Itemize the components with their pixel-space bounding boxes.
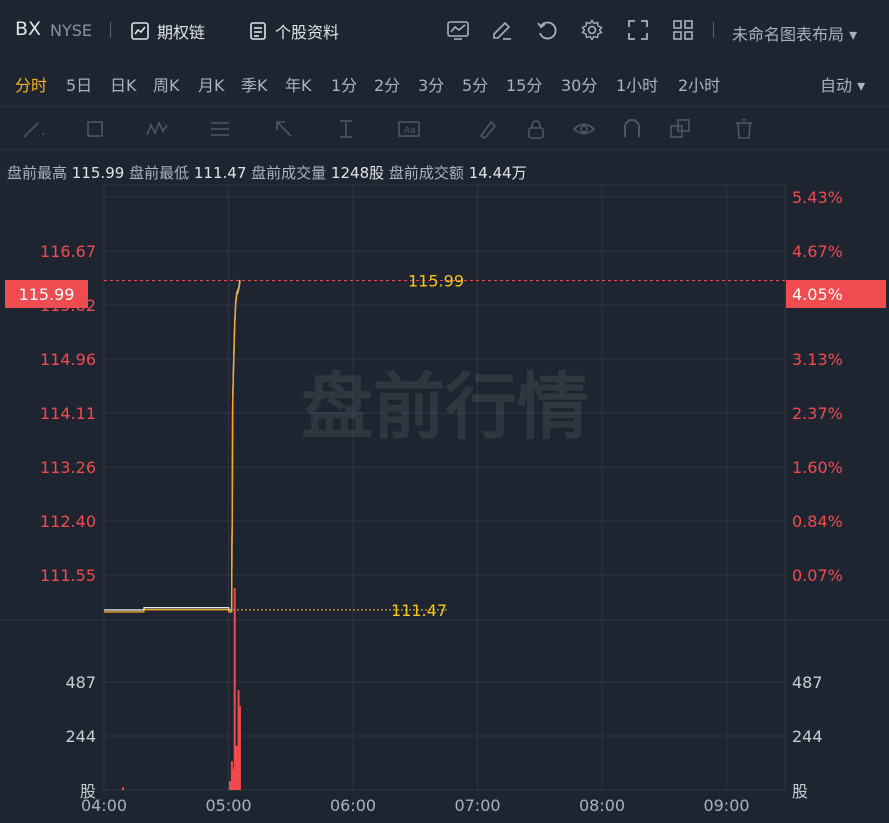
high-price-label: 115.99 <box>408 271 464 290</box>
y-left-tick-label: 113.26 <box>40 458 96 477</box>
volume-unit-right: 股 <box>792 782 808 801</box>
y-left-tick-label: 111.55 <box>40 566 96 585</box>
x-tick-label: 07:00 <box>454 796 500 815</box>
price-line <box>104 281 241 613</box>
current-price-tag: 115.99 <box>5 280 88 308</box>
average-price-line <box>104 279 241 611</box>
x-tick-label: 09:00 <box>703 796 749 815</box>
volume-bar <box>122 787 125 790</box>
volume-bar <box>233 588 236 790</box>
price-chart[interactable]: 04:0005:0006:0007:0008:0009:00116.67115.… <box>0 0 889 823</box>
y-right-tick-label: 4.67% <box>792 242 843 261</box>
volume-unit-left: 股 <box>80 782 96 801</box>
volume-left-tick-label: 244 <box>65 727 96 746</box>
volume-right-tick-label: 244 <box>792 727 823 746</box>
volume-bar <box>238 705 241 790</box>
volume-left-tick-label: 487 <box>65 673 96 692</box>
y-right-tick-label: 0.84% <box>792 512 843 531</box>
x-tick-label: 08:00 <box>579 796 625 815</box>
y-right-tick-label: 1.60% <box>792 458 843 477</box>
y-left-tick-label: 116.67 <box>40 242 96 261</box>
y-right-tick-label: 2.37% <box>792 404 843 423</box>
y-left-tick-label: 114.11 <box>40 404 96 423</box>
x-tick-label: 05:00 <box>205 796 251 815</box>
watermark-text: 盘前行情 <box>301 365 589 449</box>
x-tick-label: 06:00 <box>330 796 376 815</box>
y-right-tick-label: 0.07% <box>792 566 843 585</box>
y-right-tick-label: 3.13% <box>792 350 843 369</box>
volume-right-tick-label: 487 <box>792 673 823 692</box>
y-left-tick-label: 114.96 <box>40 350 96 369</box>
current-percent-tag: 4.05% <box>786 280 886 308</box>
y-right-tick-label: 5.43% <box>792 188 843 207</box>
y-left-tick-label: 112.40 <box>40 512 96 531</box>
